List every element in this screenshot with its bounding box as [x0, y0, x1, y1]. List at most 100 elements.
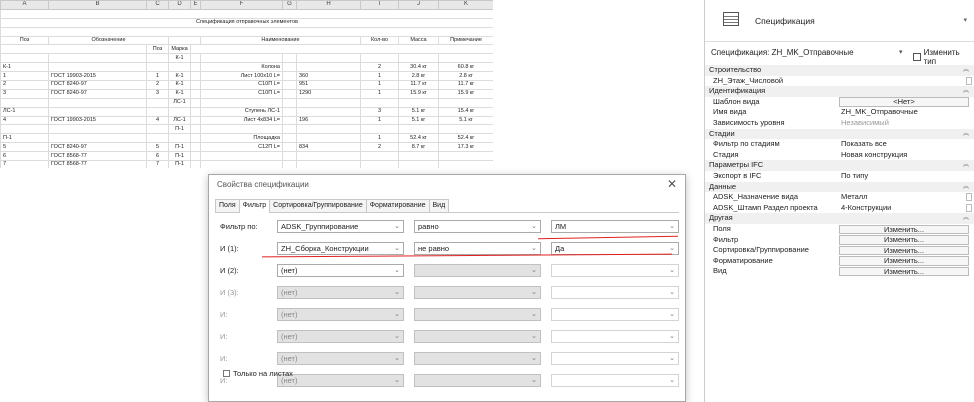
- cell[interactable]: [48, 124, 147, 135]
- cell[interactable]: 15.9 кг: [438, 88, 494, 99]
- cell[interactable]: 3: [0, 88, 49, 99]
- column-header[interactable]: K: [438, 0, 494, 10]
- cell[interactable]: [200, 97, 283, 108]
- cell[interactable]: ГОСТ 19903-2015: [48, 71, 147, 82]
- cell[interactable]: ГОСТ 8240-97: [48, 80, 147, 90]
- column-header[interactable]: G: [282, 0, 297, 10]
- cell[interactable]: [438, 97, 494, 108]
- cell[interactable]: ГОСТ 8240-97: [48, 142, 147, 153]
- cell[interactable]: 3: [146, 88, 169, 99]
- cell[interactable]: [296, 97, 361, 108]
- cell[interactable]: 1: [0, 71, 49, 82]
- cell[interactable]: [48, 97, 147, 108]
- cell[interactable]: 1: [360, 115, 399, 126]
- property-checkbox[interactable]: [966, 203, 972, 212]
- cell[interactable]: 5.1 кг: [398, 106, 439, 117]
- property-value[interactable]: Показать все: [841, 139, 887, 149]
- filter-field-select[interactable]: (нет) ⌄: [277, 264, 404, 277]
- cell[interactable]: [0, 53, 49, 64]
- cell[interactable]: К-1: [168, 53, 191, 64]
- cell[interactable]: П-1: [168, 142, 191, 153]
- collapse-icon[interactable]: ︽: [963, 86, 969, 96]
- property-value[interactable]: ZH_MK_Отправочные: [841, 107, 918, 117]
- close-icon[interactable]: ✕: [667, 177, 677, 191]
- cell[interactable]: [398, 124, 439, 135]
- cell[interactable]: 6: [0, 151, 49, 162]
- cell[interactable]: ЛС-1: [0, 106, 49, 117]
- filter-field-select[interactable]: ADSK_Группирование ⌄: [277, 220, 404, 233]
- tab-appearance[interactable]: Вид: [428, 199, 450, 212]
- column-header[interactable]: I: [360, 0, 399, 10]
- column-header[interactable]: H: [296, 0, 361, 10]
- cell[interactable]: [438, 53, 494, 64]
- filter-value-select[interactable]: ⌄: [551, 330, 679, 343]
- cell[interactable]: 8.7 кг: [398, 142, 439, 153]
- filter-value-select[interactable]: ⌄: [551, 374, 679, 387]
- cell[interactable]: [48, 133, 147, 144]
- cell[interactable]: [146, 62, 169, 73]
- column-header[interactable]: B: [48, 0, 147, 10]
- tab-filter[interactable]: Фильтр: [238, 199, 271, 213]
- tab-sorting[interactable]: Сортировка/Группирование: [269, 199, 367, 212]
- filter-field-select[interactable]: (нет) ⌄: [277, 330, 404, 343]
- filter-operator-select[interactable]: равно ⌄: [414, 220, 541, 233]
- tab-formatting[interactable]: Форматирование: [365, 199, 430, 212]
- filter-operator-select[interactable]: ⌄: [414, 308, 541, 321]
- cell[interactable]: [360, 124, 399, 135]
- cell[interactable]: 52.4 кг: [398, 133, 439, 144]
- property-edit-button[interactable]: Изменить...: [839, 266, 969, 277]
- cell[interactable]: 2: [146, 80, 169, 90]
- filter-field-select[interactable]: (нет) ⌄: [277, 352, 404, 365]
- filter-operator-select[interactable]: ⌄: [414, 330, 541, 343]
- cell[interactable]: [296, 62, 361, 73]
- cell[interactable]: [296, 53, 361, 64]
- cell[interactable]: 11.7 кг: [438, 80, 494, 90]
- cell[interactable]: 1: [360, 133, 399, 144]
- collapse-icon[interactable]: ︽: [963, 213, 969, 223]
- cell[interactable]: 15.9 кг: [398, 88, 439, 99]
- property-category[interactable]: Идентификация ︽: [705, 86, 974, 97]
- type-selector[interactable]: Спецификация ▾: [705, 0, 974, 42]
- property-edit-button[interactable]: Изменить...: [839, 235, 969, 245]
- only-on-sheets-option[interactable]: Только на листах: [223, 369, 293, 378]
- cell[interactable]: 951: [296, 80, 361, 90]
- tab-fields[interactable]: Поля: [215, 199, 240, 212]
- cell[interactable]: [48, 62, 147, 73]
- cell[interactable]: 2.8 кг: [438, 71, 494, 82]
- property-edit-button[interactable]: Изменить...: [839, 256, 969, 266]
- cell[interactable]: [360, 97, 399, 108]
- cell[interactable]: 30.4 кг: [398, 62, 439, 73]
- cell[interactable]: [200, 151, 283, 162]
- filter-value-select[interactable]: ⌄: [551, 308, 679, 321]
- cell[interactable]: [0, 124, 49, 135]
- cell[interactable]: П-1: [0, 133, 49, 144]
- cell[interactable]: 5.1 кг: [438, 115, 494, 126]
- cell[interactable]: ГОСТ 8240-97: [48, 88, 147, 99]
- collapse-icon[interactable]: ︽: [963, 160, 969, 170]
- cell[interactable]: 2: [360, 142, 399, 153]
- cell[interactable]: 11.7 кг: [398, 80, 439, 90]
- instance-selector[interactable]: Спецификация: ZH_MK_Отправочные ▾ Измени…: [709, 46, 971, 66]
- cell[interactable]: [296, 106, 361, 117]
- cell[interactable]: 6: [146, 151, 169, 162]
- filter-value-select[interactable]: ⌄: [551, 264, 679, 277]
- cell[interactable]: ЛС-1: [168, 97, 191, 108]
- collapse-icon[interactable]: ︽: [963, 129, 969, 139]
- filter-value-select[interactable]: ⌄: [551, 352, 679, 365]
- property-checkbox[interactable]: [966, 76, 972, 85]
- filter-value-select[interactable]: ⌄: [551, 286, 679, 299]
- column-header[interactable]: J: [398, 0, 439, 10]
- property-edit-button[interactable]: Изменить...: [839, 245, 969, 256]
- cell[interactable]: [146, 106, 169, 117]
- filter-value-select[interactable]: ЛМ ⌄: [551, 220, 679, 233]
- cell[interactable]: 4: [0, 115, 49, 126]
- cell[interactable]: 1: [360, 71, 399, 82]
- cell[interactable]: 834: [296, 142, 361, 153]
- cell[interactable]: 2: [0, 80, 49, 90]
- cell[interactable]: 1290: [296, 88, 361, 99]
- filter-field-select[interactable]: (нет) ⌄: [277, 286, 404, 299]
- cell[interactable]: 4: [146, 115, 169, 126]
- cell[interactable]: 5.1 кг: [398, 115, 439, 126]
- cell[interactable]: [168, 106, 191, 117]
- cell[interactable]: 52.4 кг: [438, 133, 494, 144]
